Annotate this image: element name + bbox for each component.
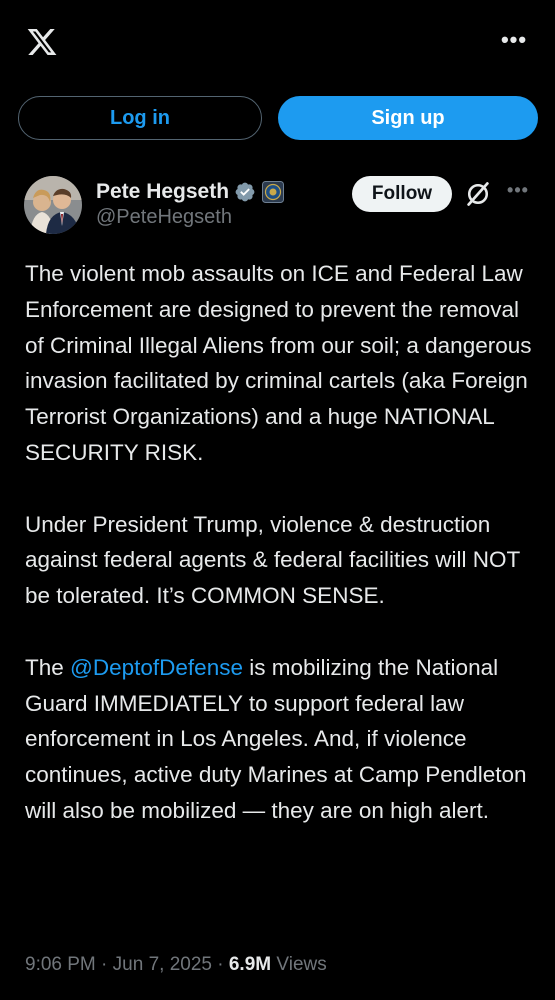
top-bar: ••• [0, 0, 555, 80]
post-date[interactable]: Jun 7, 2025 [113, 954, 212, 975]
post-time[interactable]: 9:06 PM [25, 954, 96, 975]
mention-link[interactable]: @DeptofDefense [70, 655, 243, 680]
views-label: Views [276, 954, 327, 975]
paragraph-3-before: The [25, 654, 71, 680]
login-button[interactable]: Log in [18, 96, 262, 140]
name-row: Pete Hegseth [96, 178, 285, 206]
display-name[interactable]: Pete Hegseth [96, 180, 229, 204]
post-meta: 9:06 PM · Jun 7, 2025 · 6.9M Views [25, 954, 327, 976]
auth-buttons: Log in Sign up [18, 96, 538, 140]
post-more-icon[interactable]: ••• [503, 178, 533, 202]
x-logo-icon[interactable] [24, 26, 60, 58]
post-paragraph-1: The violent mob assaults on ICE and Fede… [25, 261, 532, 465]
avatar[interactable] [24, 176, 82, 234]
author-handle[interactable]: @PeteHegseth [96, 206, 232, 229]
post-paragraph-2: Under President Trump, violence & destru… [25, 511, 520, 609]
meta-separator: · [95, 954, 113, 975]
post-header: Pete Hegseth @PeteHegseth Follow ••• [0, 172, 555, 234]
grok-icon[interactable] [464, 180, 492, 208]
post-text: The violent mob assaults on ICE and Fede… [25, 256, 535, 829]
post-paragraph-3: The @DeptofDefense is mobilizing the Nat… [25, 650, 535, 829]
follow-button[interactable]: Follow [352, 176, 452, 212]
dod-seal-icon [262, 181, 285, 203]
signup-button[interactable]: Sign up [278, 96, 538, 140]
views-count: 6.9M [228, 954, 272, 975]
more-horizontal-icon[interactable]: ••• [499, 29, 529, 51]
verified-badge-icon [235, 182, 255, 202]
meta-separator: · [211, 954, 229, 975]
